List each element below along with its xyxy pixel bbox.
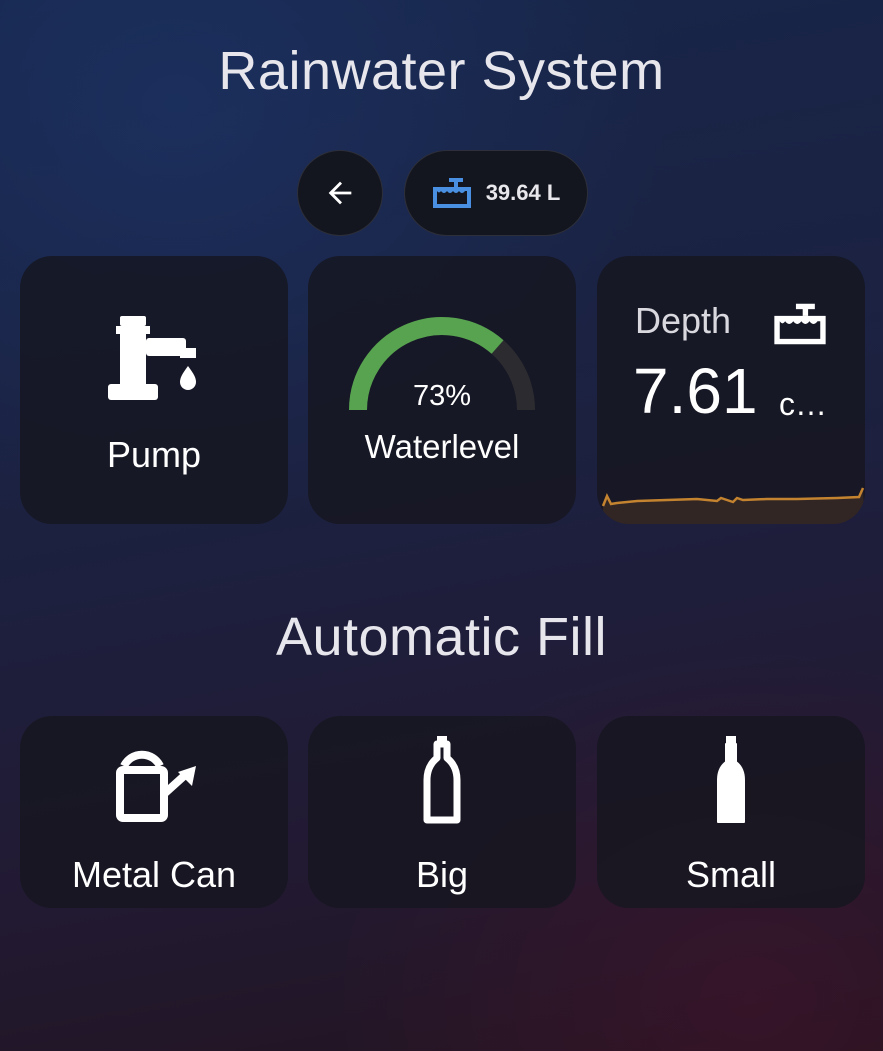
big-label: Big	[415, 854, 469, 895]
depth-value: 7.61	[633, 355, 758, 427]
metal-can-label: Metal Can	[71, 854, 237, 895]
waterlevel-label: Waterlevel	[364, 428, 520, 465]
waterlevel-percent: 73%	[412, 380, 472, 412]
water-volume-value: 39.64 L	[485, 180, 561, 205]
pump-card[interactable]: Pump	[20, 256, 288, 524]
bottle-outline-icon	[423, 736, 461, 824]
depth-history-graph	[601, 487, 865, 524]
bottle-filled-icon	[717, 736, 745, 823]
water-pump-icon	[108, 316, 196, 400]
back-button[interactable]	[297, 150, 383, 236]
watering-can-icon	[116, 750, 196, 822]
arrow-left-icon	[328, 181, 352, 205]
fill-small-button[interactable]: Small	[597, 716, 865, 908]
small-label: Small	[685, 854, 777, 895]
water-tank-icon	[432, 178, 471, 208]
fill-metal-can-button[interactable]: Metal Can	[20, 716, 288, 908]
depth-card[interactable]: Depth 7.61 c…	[597, 256, 865, 524]
page-title: Rainwater System	[218, 41, 665, 101]
automatic-fill-title: Automatic Fill	[275, 607, 608, 667]
fill-big-button[interactable]: Big	[308, 716, 576, 908]
depth-title: Depth	[635, 300, 732, 341]
depth-unit: c…	[779, 386, 827, 422]
waterlevel-card[interactable]: 73% Waterlevel	[308, 256, 576, 524]
water-tank-icon	[774, 303, 826, 345]
water-volume-chip[interactable]: 39.64 L	[404, 150, 588, 236]
pump-label: Pump	[106, 434, 202, 475]
